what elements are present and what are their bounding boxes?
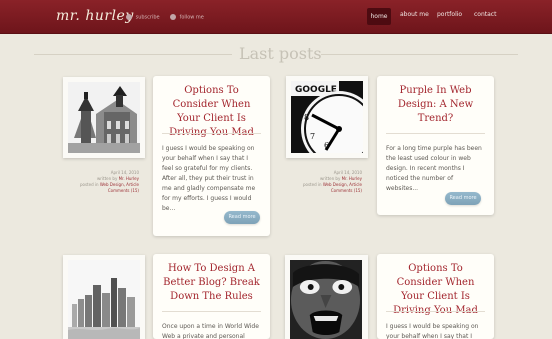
subscribe-label: subscribe [135,14,160,21]
section-divider-right [321,54,518,55]
post-1-thumbnail[interactable] [63,77,145,158]
google-clock-photo: GOOGLE 8 7 6 [291,81,363,153]
site-logo[interactable]: mr. hurley [56,8,134,24]
written-by-label: written by [96,176,118,181]
svg-text:8: 8 [304,113,309,122]
post-3-card: How To Design A Better Blog? Break Down … [153,254,270,339]
post-2-card: Purple In Web Design: A New Trend? For a… [377,76,494,215]
post-1-comments-link[interactable]: Comments (15) [57,188,139,194]
architecture-photo [68,82,140,153]
screaming-face-photo [290,260,362,339]
post-4-title[interactable]: Options To Consider When Your Client Is … [386,262,485,318]
blog-page: mr. hurley subscribe follow me home abou… [0,0,552,339]
posted-in-label: posted in [79,182,99,187]
svg-text:7: 7 [310,132,315,141]
post-1-categories-link[interactable]: Web Design, Article [100,182,139,187]
post-2-title[interactable]: Purple In Web Design: A New Trend? [386,84,485,126]
post-2-divider [386,133,485,134]
post-1-divider [162,133,261,134]
city-skyline-photo [68,260,140,339]
nav-contact[interactable]: contact [474,11,496,18]
post-4-card: Options To Consider When Your Client Is … [377,254,494,339]
top-navigation-bar: mr. hurley subscribe follow me home abou… [0,0,552,34]
post-3-title[interactable]: How To Design A Better Blog? Break Down … [162,262,261,304]
post-1-author-link[interactable]: Mr. Hurley [119,176,139,181]
post-1-title[interactable]: Options To Consider When Your Client Is … [162,84,261,140]
post-4-divider [386,311,485,312]
follow-link[interactable]: follow me [170,14,204,21]
post-3-divider [162,311,261,312]
post-2-read-more-button[interactable]: Read more [445,192,481,205]
post-2-excerpt: For a long time purple has been the leas… [386,145,482,192]
post-3-thumbnail[interactable] [63,255,145,339]
section-divider-left [34,54,232,55]
nav-portfolio[interactable]: portfolio [437,11,462,18]
posted-in-label: posted in [302,182,322,187]
last-posts-heading: Last posts [239,44,322,63]
post-4-thumbnail[interactable] [285,255,368,339]
svg-text:6: 6 [324,141,329,150]
follow-label: follow me [179,14,204,21]
post-2-comments-link[interactable]: Comments (15) [280,188,362,194]
post-1-meta: April 14, 2010 written by Mr. Hurley pos… [57,170,139,194]
post-3-excerpt: Once upon a time in World Wide Web a pri… [162,323,259,339]
post-2-author-link[interactable]: Mr. Hurley [342,176,362,181]
rss-icon [126,14,132,20]
post-1-read-more-button[interactable]: Read more [224,211,260,224]
post-4-excerpt: I guess I would be speaking on your beha… [386,323,479,339]
post-2-categories-link[interactable]: Web Design, Article [323,182,362,187]
subscribe-link[interactable]: subscribe [126,14,160,21]
nav-about-me[interactable]: about me [400,11,429,18]
post-2-meta: April 14, 2010 written by Mr. Hurley pos… [280,170,362,194]
nav-home[interactable]: home [367,8,391,25]
written-by-label: written by [319,176,341,181]
post-2-thumbnail[interactable]: GOOGLE 8 7 6 [286,76,368,158]
post-1-excerpt: I guess I would be speaking on your beha… [162,145,256,212]
post-1-card: Options To Consider When Your Client Is … [153,76,270,236]
twitter-icon [170,14,176,20]
